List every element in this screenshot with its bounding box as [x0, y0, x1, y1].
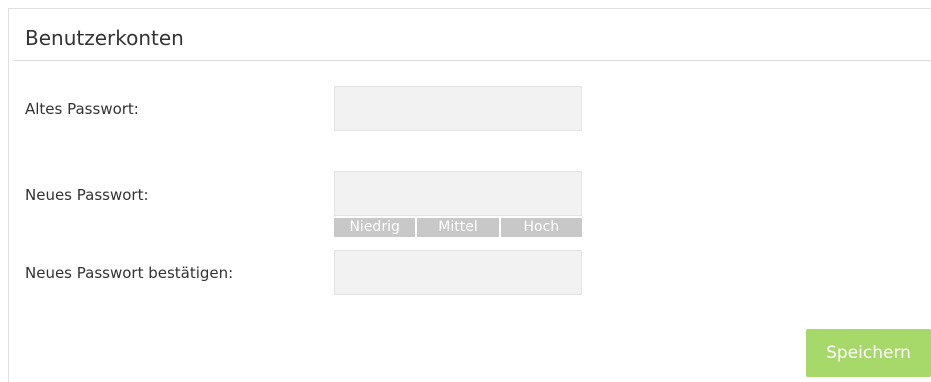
title-divider — [14, 60, 931, 61]
user-accounts-panel: Benutzerkonten Altes Passwort: Neues Pas… — [0, 0, 931, 382]
panel-left-border — [8, 8, 9, 382]
confirm-password-label: Neues Passwort bestätigen: — [25, 264, 234, 282]
confirm-password-input[interactable] — [334, 250, 582, 295]
old-password-label: Altes Passwort: — [25, 100, 139, 118]
strength-medium: Mittel — [417, 218, 499, 237]
panel-title: Benutzerkonten — [25, 26, 184, 50]
save-button[interactable]: Speichern — [806, 329, 931, 377]
old-password-input[interactable] — [334, 86, 582, 131]
strength-high: Hoch — [500, 218, 582, 237]
panel-top-border — [8, 8, 931, 9]
new-password-label: Neues Passwort: — [25, 186, 149, 204]
strength-low: Niedrig — [334, 218, 416, 237]
password-strength-meter: Niedrig Mittel Hoch — [334, 218, 582, 237]
new-password-input[interactable] — [334, 171, 582, 216]
